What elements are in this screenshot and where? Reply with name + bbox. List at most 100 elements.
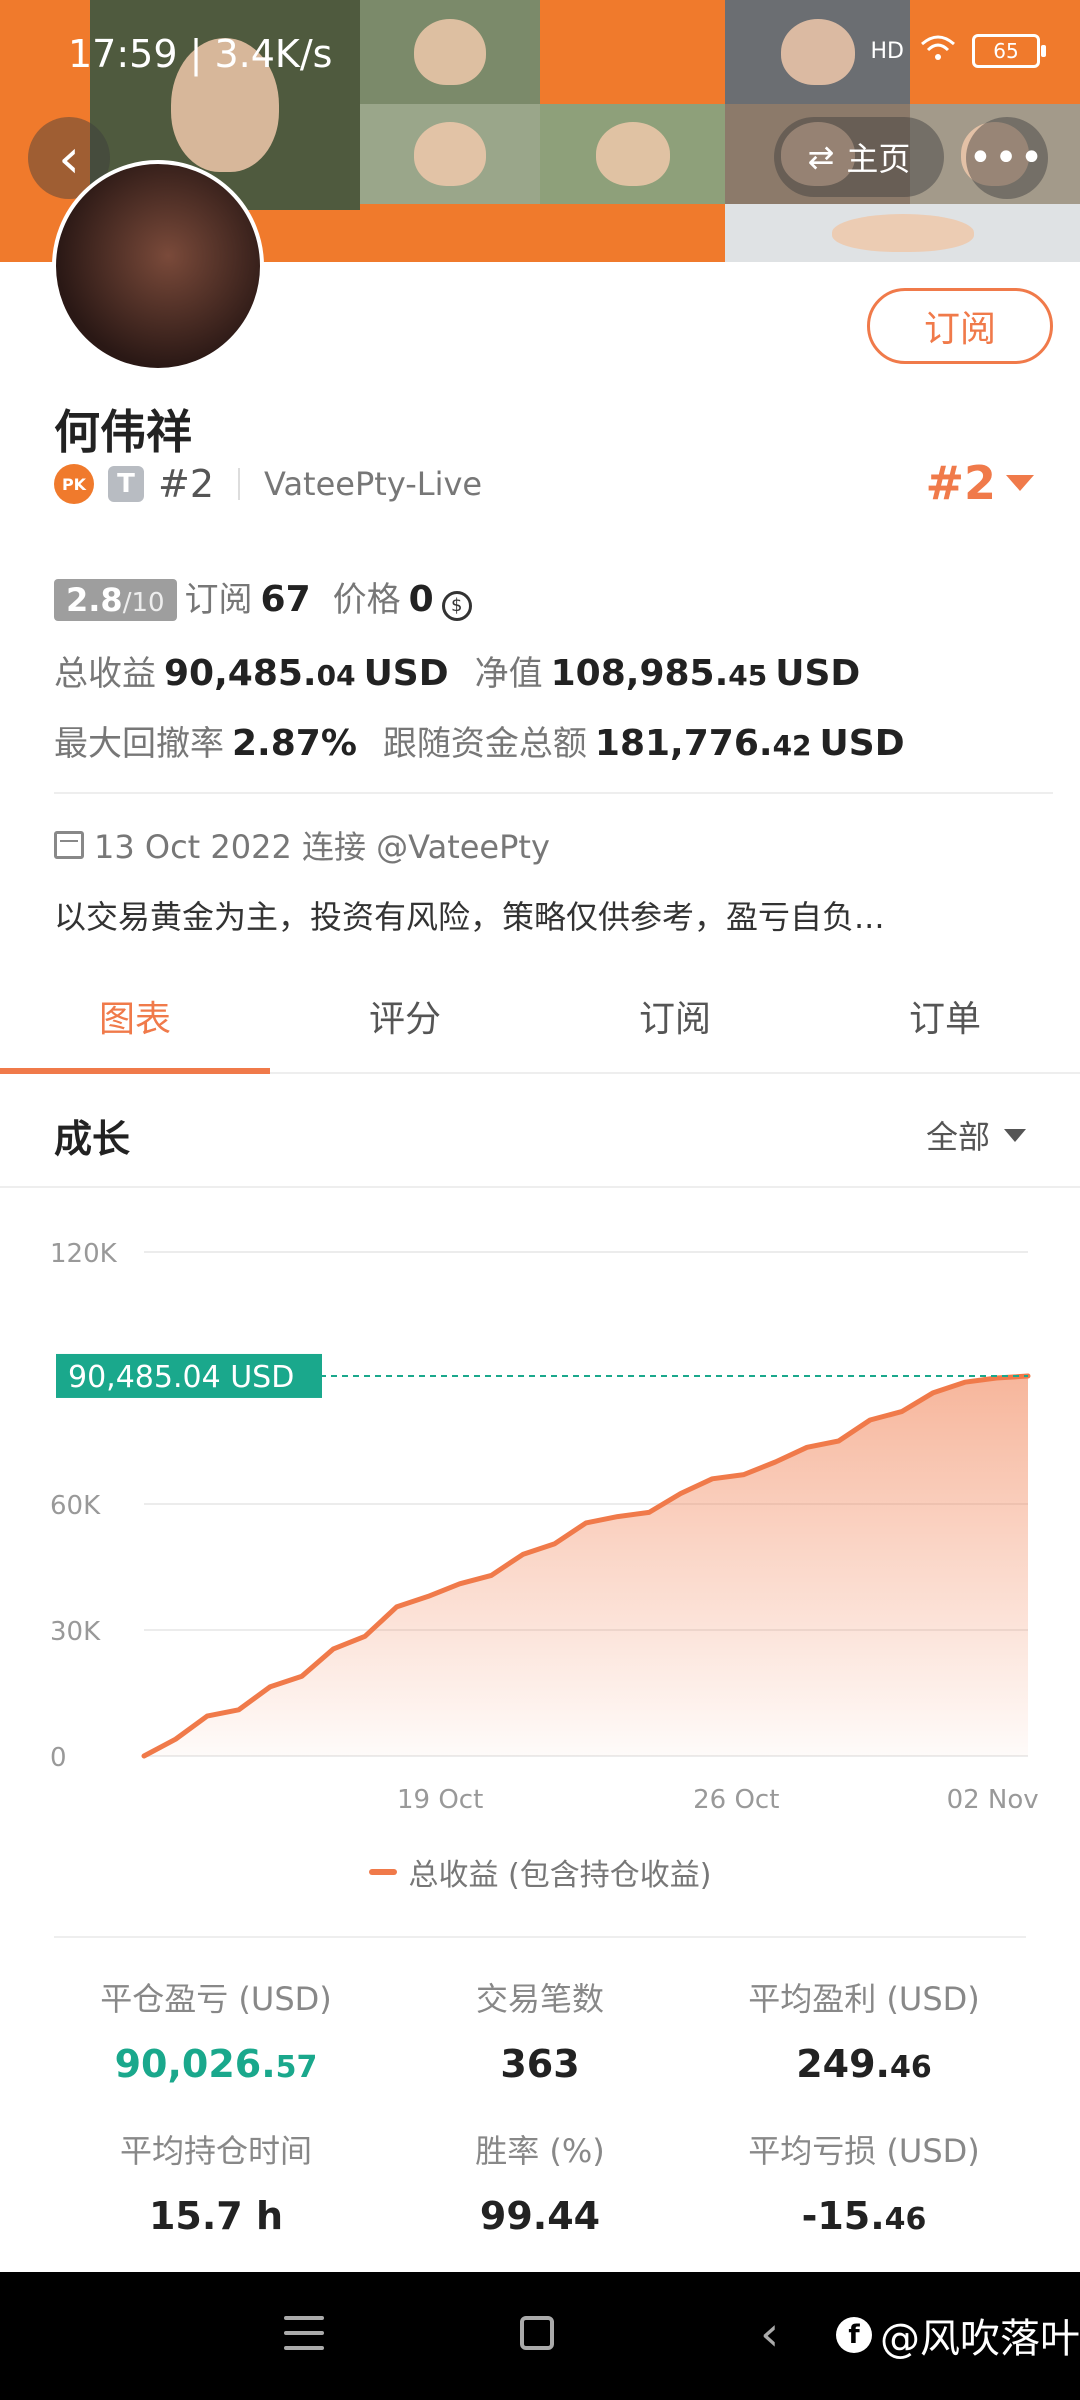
metric-win-rate: 胜率 (%) 99.44	[378, 2126, 702, 2238]
y-tick-label: 120K	[50, 1239, 118, 1269]
avatar[interactable]	[52, 160, 264, 372]
broker-name: VateePty-Live	[264, 465, 483, 503]
banner-photo	[725, 204, 1080, 262]
tier-badge: T	[108, 466, 144, 502]
metric-label: 交易笔数	[475, 1980, 604, 2018]
metric-value: 90,026.57	[54, 2042, 378, 2086]
drawdown-row: 最大回撤率 2.87% 跟随资金总额 181,776. 42 USD	[54, 716, 905, 765]
total-profit-unit: USD	[363, 653, 449, 694]
switch-icon: ⇄	[807, 138, 835, 176]
battery-level: 65	[993, 39, 1019, 63]
price-value: 0	[408, 579, 434, 620]
watermark-text: @风吹落叶	[880, 2316, 1080, 2362]
max-drawdown-label: 最大回撤率	[54, 724, 224, 764]
follow-funds-label: 跟随资金总额	[382, 724, 587, 764]
metrics-grid: 平仓盈亏 (USD) 90,026.57 交易笔数 363 平均盈利 (USD)…	[54, 1936, 1026, 2238]
subscribe-button[interactable]: 订阅	[867, 288, 1053, 364]
score-badge: 2.8/10	[54, 579, 177, 621]
legend-swatch	[368, 1869, 397, 1875]
x-tick-label: 26 Oct	[693, 1785, 779, 1815]
x-tick-label: 02 Nov	[947, 1785, 1039, 1815]
y-tick-label: 60K	[50, 1491, 101, 1521]
score-denominator: /10	[122, 588, 165, 618]
trader-name: 何伟祥	[54, 405, 192, 459]
divider	[238, 468, 241, 500]
y-axis-labels: 0 30K 60K 120K	[50, 1239, 118, 1773]
rank-value: #2	[925, 456, 996, 510]
price-label: 价格	[332, 580, 401, 620]
metric-value-decimals: 57	[275, 2050, 318, 2085]
metric-label: 平均持仓时间	[119, 2132, 312, 2170]
signal-icon: HD	[870, 38, 904, 64]
status-bar: 17:59 | 3.4K/s HD 65	[0, 0, 1080, 112]
divider	[54, 792, 1053, 794]
chevron-left-icon: ‹	[58, 126, 80, 190]
badge-row: PK T #2 VateePty-Live	[54, 462, 482, 506]
home-label: 主页	[846, 140, 911, 178]
net-value-unit: USD	[775, 653, 861, 694]
x-tick-label: 19 Oct	[397, 1785, 483, 1815]
chart-legend: 总收益 (包含持仓收益)	[0, 1850, 1080, 1894]
total-profit-label: 总收益	[54, 654, 156, 694]
y-tick-label: 0	[50, 1743, 67, 1773]
banner-photo	[360, 104, 540, 204]
metric-value: 99.44	[479, 2194, 601, 2238]
rank-dropdown[interactable]: #2	[925, 456, 1034, 510]
metric-label: 胜率 (%)	[475, 2132, 605, 2170]
range-filter[interactable]: 全部	[926, 1112, 1026, 1158]
x-axis-labels: 19 Oct 26 Oct 02 Nov	[397, 1785, 1039, 1815]
net-value-decimals: 45	[728, 659, 768, 692]
chevron-left-icon[interactable]: ‹	[760, 2306, 779, 2362]
square-icon[interactable]	[520, 2316, 554, 2350]
total-profit-value: 90,485.	[164, 653, 317, 694]
growth-header: 成长 全部	[0, 1074, 1080, 1188]
follow-funds-value: 181,776.	[594, 723, 773, 764]
profit-row: 总收益 90,485. 04 USD 净值 108,985. 45 USD	[54, 646, 860, 695]
coin-icon: $	[441, 590, 472, 621]
tab-bar: 图表 评分 订阅 订单	[0, 960, 1080, 1074]
net-value-label: 净值	[474, 654, 543, 694]
chart-area	[144, 1376, 1028, 1756]
subscribe-count: 67	[260, 579, 311, 620]
metric-value: -15.46	[702, 2194, 1026, 2238]
total-profit-decimals: 04	[316, 659, 356, 692]
tab-rating[interactable]: 评分	[270, 960, 540, 1072]
metric-avg-hold-time: 平均持仓时间 15.7 h	[54, 2126, 378, 2238]
follow-funds-decimals: 42	[772, 729, 812, 762]
follow-funds-unit: USD	[819, 723, 905, 764]
metric-label: 平均亏损 (USD)	[748, 2132, 980, 2170]
score-value: 2.8	[66, 581, 123, 619]
legend-label: 总收益 (包含持仓收益)	[408, 1858, 712, 1893]
banner-photo	[540, 104, 725, 204]
tab-chart[interactable]: 图表	[0, 960, 270, 1074]
more-button[interactable]: •••	[966, 117, 1048, 199]
joined-text: 13 Oct 2022 连接 @VateePty	[94, 828, 550, 866]
section-title: 成长	[54, 1117, 131, 1161]
caret-down-icon	[1006, 475, 1034, 491]
status-time: 17:59 | 3.4K/s	[68, 32, 333, 76]
tab-orders[interactable]: 订单	[810, 960, 1080, 1072]
metric-value-decimals: 46	[890, 2050, 932, 2085]
wifi-icon	[920, 34, 956, 68]
y-tick-label: 30K	[50, 1617, 101, 1647]
current-value-tag: 90,485.04 USD	[56, 1353, 322, 1398]
pk-icon[interactable]: PK	[54, 464, 94, 504]
metric-value-decimals: 46	[884, 2202, 927, 2237]
home-button[interactable]: ⇄ 主页	[774, 117, 944, 197]
score-row: 2.8/10 订阅 67 价格 0 $	[54, 572, 472, 621]
metric-value-main: -15.	[801, 2194, 885, 2238]
system-nav-bar: ‹ f @风吹落叶	[0, 2272, 1080, 2400]
metric-closed-pnl: 平仓盈亏 (USD) 90,026.57	[54, 1974, 378, 2086]
growth-chart[interactable]: 0 30K 60K 120K 19 Oct 26 Oct 02 Nov 90,485.04…	[0, 1196, 1080, 1836]
metric-avg-profit: 平均盈利 (USD) 249.46	[702, 1974, 1026, 2086]
metric-value-main: 249.	[796, 2042, 890, 2086]
menu-icon[interactable]	[284, 2316, 324, 2350]
strategy-description[interactable]: 以交易黄金为主，投资有风险，策略仅供参考，盈亏自负...	[54, 892, 885, 938]
watermark: f @风吹落叶	[836, 2306, 1080, 2364]
status-indicators: HD 65	[870, 34, 1046, 68]
metric-value: 249.46	[702, 2042, 1026, 2086]
metric-value-main: 90,026.	[114, 2042, 276, 2086]
tab-subscription[interactable]: 订阅	[540, 960, 810, 1072]
net-value: 108,985.	[550, 653, 729, 694]
rank-text: #2	[158, 462, 215, 506]
